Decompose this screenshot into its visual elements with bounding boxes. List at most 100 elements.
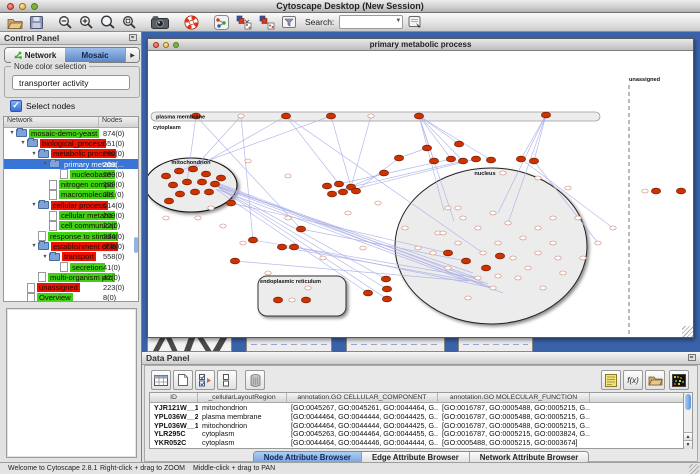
table-row[interactable]: YDR039C__1mitochondrion[GO:0044464, GO:0… xyxy=(150,447,684,449)
network-node-selected[interactable] xyxy=(281,113,290,119)
configure-search-icon[interactable] xyxy=(406,14,424,31)
network-node[interactable] xyxy=(490,286,496,290)
tree-row[interactable]: macromolecule311(0) xyxy=(4,190,138,200)
network-node-selected[interactable] xyxy=(210,181,219,187)
network-node-selected[interactable] xyxy=(454,141,463,147)
network-node-selected[interactable] xyxy=(182,179,191,185)
tree-row[interactable]: ▼metabolic process280(0) xyxy=(4,149,138,159)
tree-row[interactable]: ▼cellular process614(0) xyxy=(4,200,138,210)
network-node[interactable] xyxy=(430,251,436,255)
network-node-selected[interactable] xyxy=(334,181,343,187)
network-node-selected[interactable] xyxy=(164,198,173,204)
network-node[interactable] xyxy=(540,286,546,290)
import-attributes-folder-icon[interactable] xyxy=(645,370,665,390)
network-node-selected[interactable] xyxy=(461,258,470,264)
network-node[interactable] xyxy=(195,216,201,220)
tree-row[interactable]: ▼transport558(0) xyxy=(4,252,138,262)
disclosure-triangle-icon[interactable]: ▼ xyxy=(41,161,49,167)
network-node-selected[interactable] xyxy=(429,158,438,164)
network-node[interactable] xyxy=(455,241,461,245)
network-node[interactable] xyxy=(490,211,496,215)
network-node-selected[interactable] xyxy=(161,173,170,179)
network-node-selected[interactable] xyxy=(351,188,360,194)
app-resize-grip[interactable] xyxy=(689,464,699,474)
network-node-selected[interactable] xyxy=(327,191,336,197)
network-node-selected[interactable] xyxy=(277,244,286,250)
network-node[interactable] xyxy=(163,216,169,220)
table-row[interactable]: YPL036W__2plasma membrane[GO:0044464, GO… xyxy=(150,412,684,421)
table-row[interactable]: YPL036W__1mitochondrion[GO:0044464, GO:0… xyxy=(150,421,684,430)
network-node-selected[interactable] xyxy=(394,155,403,161)
background-window-fragment[interactable] xyxy=(147,336,232,352)
network-node[interactable] xyxy=(368,114,374,118)
network-node[interactable] xyxy=(245,159,251,163)
network-node-selected[interactable] xyxy=(471,156,480,162)
network-node[interactable] xyxy=(505,221,511,225)
network-node-selected[interactable] xyxy=(676,188,685,194)
network-node[interactable] xyxy=(440,231,446,235)
network-node-selected[interactable] xyxy=(481,265,490,271)
tree-row[interactable]: ▼biological_process651(0) xyxy=(4,138,138,148)
network-node[interactable] xyxy=(220,224,226,228)
import-filter-icon[interactable] xyxy=(280,14,298,31)
network-edge[interactable] xyxy=(419,116,451,159)
network-node-selected[interactable] xyxy=(446,156,455,162)
tree-row[interactable]: nitrogen compo209(0) xyxy=(4,179,138,189)
delete-attribute-trash-icon[interactable] xyxy=(245,370,265,390)
formula-fx-icon[interactable]: f(x) xyxy=(623,370,643,390)
table-scrollbar[interactable]: ▲ ▼ xyxy=(683,392,693,449)
network-node[interactable] xyxy=(520,236,526,240)
network-node[interactable] xyxy=(360,246,366,250)
tree-row[interactable]: Overview8(0) xyxy=(4,293,138,302)
network-node-selected[interactable] xyxy=(541,112,550,118)
network-canvas[interactable]: plasma membranecytoplasmmitochondrionnuc… xyxy=(148,51,693,337)
network-node-selected[interactable] xyxy=(381,276,390,282)
network-node-selected[interactable] xyxy=(529,158,538,164)
network-node[interactable] xyxy=(460,216,466,220)
node-color-dropdown[interactable]: transporter activity ▲▼ xyxy=(12,75,130,90)
disclosure-triangle-icon[interactable]: ▼ xyxy=(41,254,49,260)
network-node-selected[interactable] xyxy=(230,258,239,264)
network-node[interactable] xyxy=(555,256,561,260)
network-node[interactable] xyxy=(550,241,556,245)
disclosure-triangle-icon[interactable]: ▼ xyxy=(30,243,38,249)
window-resize-grip[interactable] xyxy=(682,326,693,337)
network-node-selected[interactable] xyxy=(296,226,305,232)
zoom-in-icon[interactable] xyxy=(77,14,95,31)
network-edge[interactable] xyxy=(356,158,399,191)
tree-column-nodes[interactable]: Nodes xyxy=(99,117,138,127)
network-node[interactable] xyxy=(535,251,541,255)
network-node[interactable] xyxy=(480,251,486,255)
network-node-selected[interactable] xyxy=(363,290,372,296)
table-column-header[interactable]: annotation.GO MOLECULAR_FUNCTION xyxy=(438,393,590,402)
network-edge[interactable] xyxy=(521,115,546,159)
help-lifesaver-icon[interactable] xyxy=(182,14,201,31)
search-input[interactable]: ▼ xyxy=(339,15,403,29)
float-panel-icon[interactable] xyxy=(688,354,696,361)
tree-row[interactable]: ▼mosaic-demo-yeast874(0) xyxy=(4,128,138,138)
tree-row[interactable]: multi-organism pro42(0) xyxy=(4,272,138,282)
table-row[interactable]: YLR295Ccytoplasm[GO:0045263, GO:0044464,… xyxy=(150,429,684,438)
network-node-selected[interactable] xyxy=(379,170,388,176)
search-dropdown-icon[interactable]: ▼ xyxy=(395,18,401,24)
tab-overflow-arrow-icon[interactable]: ▶ xyxy=(125,48,139,62)
tree-row[interactable]: secretion41(0) xyxy=(4,262,138,272)
network-node[interactable] xyxy=(240,241,246,245)
network-node-selected[interactable] xyxy=(443,250,452,256)
layout-attribute-icon[interactable] xyxy=(257,14,277,31)
tree-row[interactable]: ▼primary metabo209(... xyxy=(4,159,138,169)
network-window-titlebar[interactable]: primary metabolic process xyxy=(148,39,693,51)
network-node-selected[interactable] xyxy=(273,297,282,303)
network-node-selected[interactable] xyxy=(174,168,183,174)
disclosure-triangle-icon[interactable]: ▼ xyxy=(30,151,38,157)
background-window-fragment[interactable] xyxy=(346,336,445,352)
export-image-camera-icon[interactable] xyxy=(149,14,171,31)
network-node[interactable] xyxy=(465,296,471,300)
network-node[interactable] xyxy=(265,271,271,275)
tree-row[interactable]: nucleobase-209(0) xyxy=(4,169,138,179)
network-node-selected[interactable] xyxy=(175,191,184,197)
tree-row[interactable]: response to stimulu264(0) xyxy=(4,231,138,241)
tree-column-network[interactable]: Network xyxy=(4,117,99,127)
disclosure-triangle-icon[interactable]: ▼ xyxy=(19,140,27,146)
network-node[interactable] xyxy=(495,241,501,245)
